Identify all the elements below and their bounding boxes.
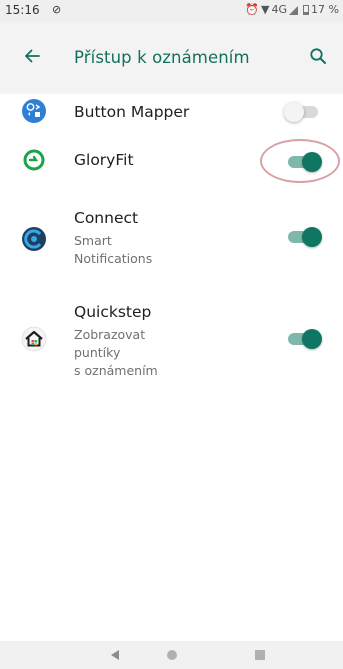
nav-home-icon[interactable]	[167, 650, 177, 660]
nav-back-icon[interactable]	[111, 650, 119, 660]
notification-access-toggle[interactable]	[284, 226, 324, 248]
list-item[interactable]: Connect Smart Notifications	[0, 198, 343, 278]
page-title: Přístup k oznámením	[74, 48, 250, 67]
notification-access-screen: 15:16 ⊘ ⏰ ▼ 4G 17 % Přístup k oznámením	[0, 0, 343, 669]
search-icon[interactable]	[309, 47, 327, 65]
app-bar: Přístup k oznámením	[0, 22, 343, 94]
battery-icon	[303, 4, 310, 15]
connect-icon	[22, 227, 46, 251]
nav-recents-icon[interactable]	[255, 650, 265, 660]
status-indicators: ⏰ ▼ 4G 17 %	[245, 3, 339, 16]
list-item[interactable]: Button Mapper	[0, 94, 343, 140]
app-name: GloryFit	[74, 151, 134, 169]
sync-icon: ⊘	[52, 3, 62, 16]
quickstep-home-icon	[21, 326, 47, 352]
signal-icon	[289, 5, 299, 15]
notification-access-toggle[interactable]	[284, 328, 324, 350]
gloryfit-icon	[23, 149, 45, 171]
alarm-icon: ⏰	[245, 3, 260, 16]
list-item[interactable]: Quickstep Zobrazovat puntíky s oznámením	[0, 290, 343, 390]
battery-level: 17 %	[311, 3, 339, 16]
app-name: Connect	[74, 209, 139, 227]
network-type: 4G	[271, 3, 288, 16]
arrow-left-icon[interactable]	[22, 46, 42, 66]
button-mapper-icon	[22, 99, 46, 123]
wifi-icon: ▼	[261, 3, 270, 16]
navigation-bar	[0, 641, 343, 669]
app-name: Quickstep	[74, 303, 152, 321]
status-time: 15:16	[5, 3, 40, 17]
highlight-annotation	[260, 139, 340, 183]
app-description: Zobrazovat puntíky s oznámením	[74, 327, 158, 378]
status-bar: 15:16 ⊘ ⏰ ▼ 4G 17 %	[0, 0, 343, 22]
notification-access-toggle[interactable]	[284, 101, 324, 123]
app-name: Button Mapper	[74, 103, 190, 121]
app-description: Smart Notifications	[74, 233, 153, 266]
